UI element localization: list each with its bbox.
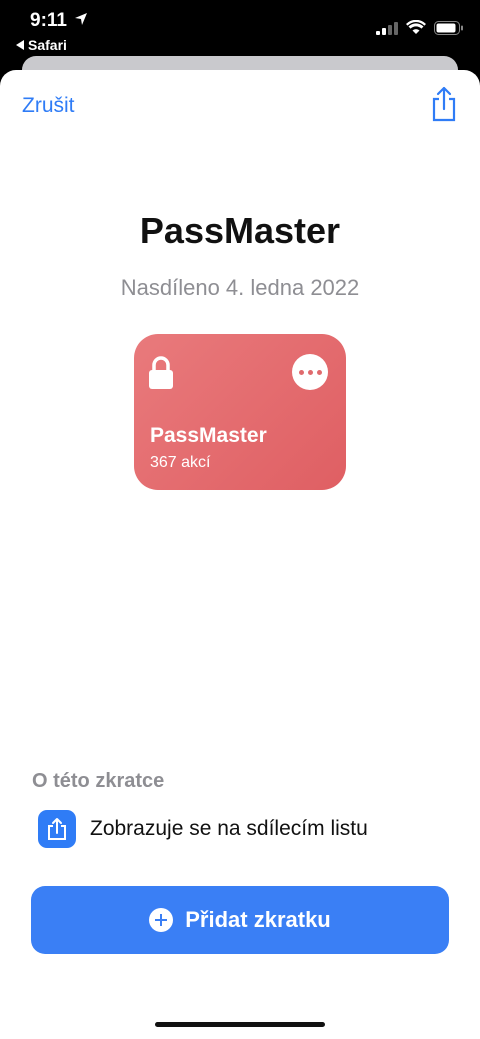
cellular-signal-icon	[376, 21, 398, 35]
about-section-header: O této zkratce	[32, 770, 165, 792]
home-indicator[interactable]	[155, 1022, 325, 1027]
share-icon[interactable]	[430, 86, 458, 122]
clock: 9:11	[30, 10, 67, 31]
card-name: PassMaster	[150, 424, 267, 447]
plus-circle-icon	[149, 908, 174, 932]
shortcut-card[interactable]: PassMaster 367 akcí	[134, 334, 346, 490]
feature-row: Zobrazuje se na sdílecím listu	[38, 810, 368, 848]
status-bar: 9:11 Safari	[0, 0, 480, 60]
battery-icon	[434, 20, 463, 35]
back-app-label: Safari	[28, 37, 67, 53]
wifi-icon	[406, 20, 426, 34]
shortcut-sheet: Zrušit PassMaster Nasdíleno 4. ledna 202…	[0, 70, 480, 1039]
back-triangle-icon	[16, 40, 24, 50]
page-title: PassMaster	[139, 210, 341, 251]
share-sheet-icon	[38, 810, 76, 848]
add-shortcut-button[interactable]: Přidat zkratku	[31, 886, 449, 954]
add-shortcut-label: Přidat zkratku	[185, 907, 331, 932]
shared-date: Nasdíleno 4. ledna 2022	[120, 275, 360, 300]
more-options-icon[interactable]	[292, 354, 328, 390]
feature-text: Zobrazuje se na sdílecím listu	[90, 817, 368, 840]
cancel-button[interactable]: Zrušit	[22, 94, 75, 118]
back-to-app-link[interactable]: Safari	[16, 37, 67, 53]
location-arrow-icon	[75, 13, 87, 25]
status-indicators	[376, 20, 464, 35]
lock-icon	[149, 356, 173, 389]
action-count: 367 akcí	[150, 454, 211, 471]
